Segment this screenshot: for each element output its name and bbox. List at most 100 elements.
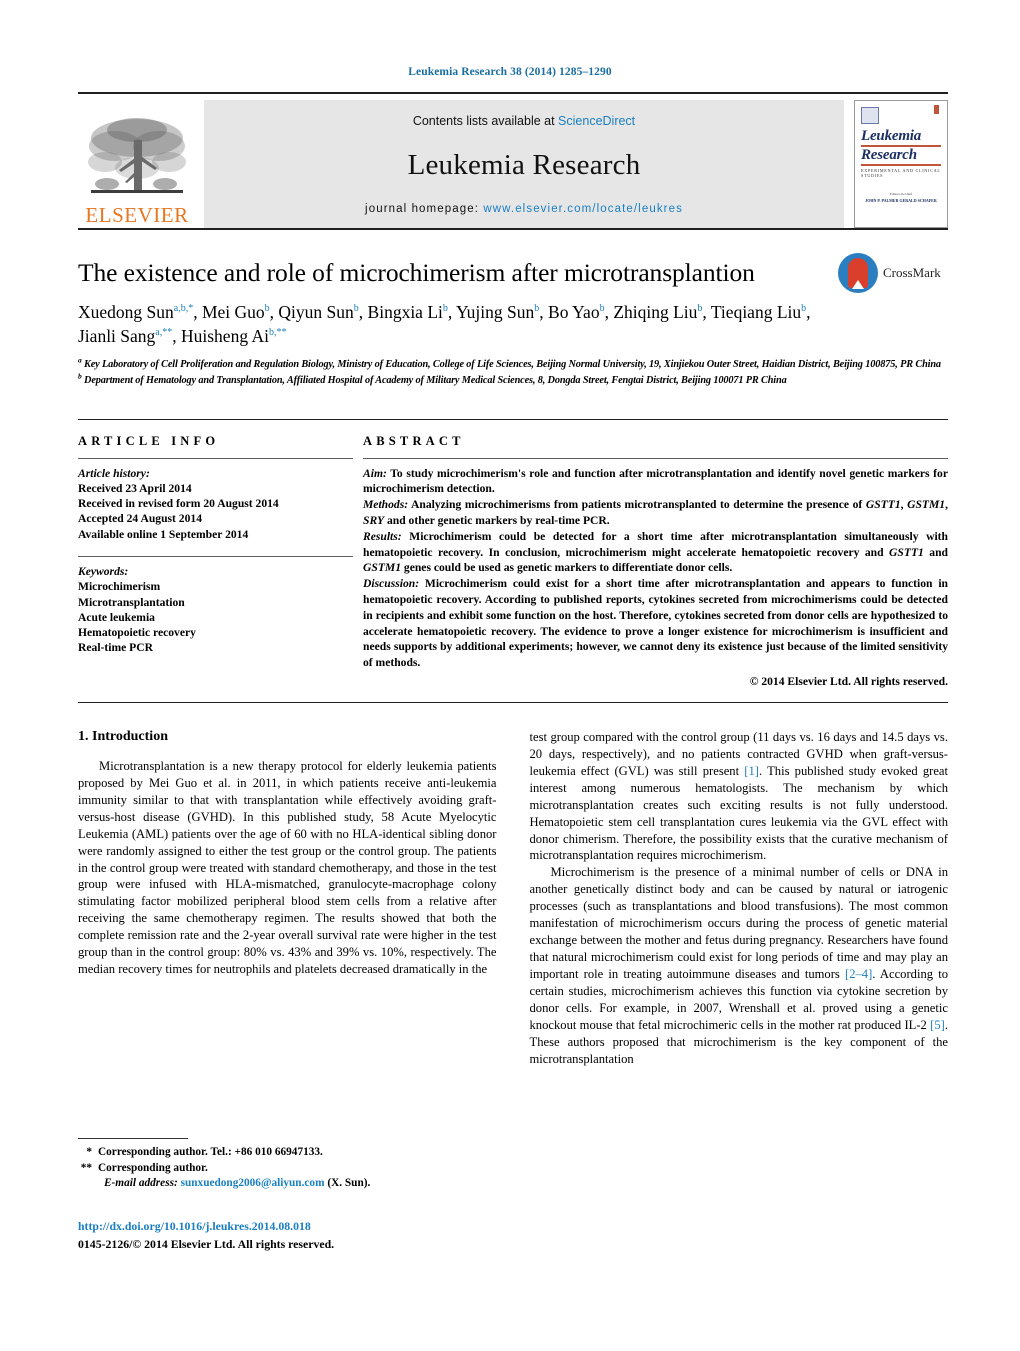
- keywords-label: Keywords:: [78, 564, 129, 578]
- author-name: Jianli Sang: [78, 326, 156, 347]
- affiliation-item: b Department of Hematology and Transplan…: [78, 372, 948, 389]
- affiliation-item: a Key Laboratory of Cell Proliferation a…: [78, 357, 948, 373]
- journal-cover-thumbnail: Leukemia Research Experimental and Clini…: [854, 100, 948, 228]
- abstract-section: Aim: To study microchimerism's role and …: [363, 466, 948, 498]
- info-abstract-region: ARTICLE INFO Article history: Received 2…: [78, 418, 948, 690]
- abstract-section: Results: Microchimerism could be detecte…: [363, 529, 948, 576]
- para-text-b: . This published study evoked great inte…: [529, 763, 949, 863]
- article-history-item: Received in revised form 20 August 2014: [78, 497, 279, 511]
- header-bottom-rule: [78, 228, 948, 230]
- author-name: Tieqiang Liu: [710, 301, 802, 322]
- cover-accent-mark: [934, 105, 939, 114]
- body-paragraph: Microtransplantation is a new therapy pr…: [78, 758, 497, 977]
- crossmark-icon: [838, 253, 878, 293]
- affiliation-text: Key Laboratory of Cell Proliferation and…: [81, 359, 941, 371]
- footnote-mark: *: [86, 1146, 92, 1158]
- author-affiliation-mark: b,**: [269, 327, 287, 339]
- body-columns: 1. Introduction Microtransplantation is …: [78, 729, 948, 1068]
- body-paragraph: Microchimerism is the presence of a mini…: [530, 864, 949, 1067]
- citation-link[interactable]: [2–4]: [845, 967, 872, 981]
- gene-name: SRY: [363, 513, 385, 527]
- footnote-item: ** Corresponding author.: [78, 1160, 512, 1176]
- author-affiliation-mark: a,b,*: [173, 302, 194, 314]
- affiliation-list: a Key Laboratory of Cell Proliferation a…: [78, 357, 948, 389]
- issn-copyright-line: 0145-2126/© 2014 Elsevier Ltd. All right…: [78, 1236, 335, 1251]
- cover-meta: Editors-in-Chief JOHN P. PALMER GERALD S…: [861, 191, 941, 205]
- abstract-section-label: Methods:: [363, 498, 409, 512]
- citation-link[interactable]: [5]: [930, 1018, 945, 1032]
- keyword-item: Hematopoietic recovery: [78, 626, 196, 640]
- doi-link[interactable]: http://dx.doi.org/10.1016/j.leukres.2014…: [78, 1218, 334, 1236]
- gene-name: GSTT1: [865, 498, 901, 512]
- abstract-column: ABSTRACT Aim: To study microchimerism's …: [363, 420, 948, 690]
- abstract-heading: ABSTRACT: [363, 433, 465, 448]
- page-title: The existence and role of microchimerism…: [78, 258, 755, 287]
- cover-title-line1: Leukemia: [861, 128, 922, 144]
- abstract-text: and: [923, 545, 948, 559]
- email-link[interactable]: sunxuedong2006@aliyun.com: [181, 1177, 325, 1189]
- email-label: E-mail address:: [104, 1176, 178, 1189]
- article-history: Article history: Received 23 April 2014 R…: [78, 466, 353, 542]
- contents-line: Contents lists available at ScienceDirec…: [413, 114, 635, 128]
- article-info-heading: ARTICLE INFO: [78, 433, 220, 448]
- body-column-left: 1. Introduction Microtransplantation is …: [78, 729, 497, 1068]
- author-name: Zhiqing Liu: [613, 301, 698, 322]
- crossmark-badge-group[interactable]: CrossMark: [838, 250, 948, 296]
- footnote-email-line: E-mail address: sunxuedong2006@aliyun.co…: [104, 1177, 512, 1189]
- keyword-item: Acute leukemia: [78, 610, 155, 624]
- author-name: Yujing Sun: [455, 301, 535, 322]
- article-history-item: Received 23 April 2014: [78, 481, 192, 495]
- abstract-text: and other genetic markers by real-time P…: [384, 513, 610, 527]
- article-history-item: Available online 1 September 2014: [78, 527, 249, 541]
- article-info-rule: [78, 457, 353, 459]
- abstract-section-label: Aim:: [363, 466, 387, 480]
- keywords-group: Keywords: Microchimerism Microtransplanta…: [78, 564, 353, 656]
- sciencedirect-link[interactable]: ScienceDirect: [558, 114, 635, 128]
- keywords-rule: [78, 555, 353, 557]
- keyword-item: Real-time PCR: [78, 641, 154, 655]
- cover-badge-icon: [861, 107, 879, 124]
- citation-link[interactable]: [1]: [744, 764, 759, 778]
- abstract-text: genes could be used as genetic markers t…: [401, 561, 733, 575]
- abstract-text: Microchimerism could exist for a short t…: [363, 577, 948, 670]
- crossmark-label: CrossMark: [883, 265, 941, 280]
- article-history-label: Article history:: [78, 466, 150, 480]
- footnote-text: Corresponding author. Tel.: +86 010 6694…: [98, 1146, 323, 1158]
- article-info-column: ARTICLE INFO Article history: Received 2…: [78, 420, 363, 690]
- author-affiliation-mark: b: [697, 302, 703, 314]
- abstract-body: Aim: To study microchimerism's role and …: [363, 466, 948, 672]
- info-abstract-bottom-rule: [78, 701, 948, 703]
- title-block: CrossMark The existence and role of micr…: [78, 253, 948, 389]
- footnote-item: * Corresponding author. Tel.: +86 010 669…: [78, 1144, 512, 1160]
- author-name: Qiyun Sun: [278, 301, 354, 322]
- elsevier-wordmark: ELSEVIER: [85, 203, 189, 227]
- author-affiliation-mark: b: [264, 302, 270, 314]
- elsevier-logo: ELSEVIER: [78, 100, 196, 228]
- author-name: Mei Guo: [201, 301, 265, 322]
- author-affiliation-mark: b: [442, 302, 448, 314]
- footnotes-block: * Corresponding author. Tel.: +86 010 669…: [78, 1138, 512, 1189]
- abstract-text: Analyzing microchimerisms from patients …: [408, 498, 866, 512]
- cover-divider-2: [861, 164, 941, 166]
- author-affiliation-mark: b: [534, 302, 540, 314]
- body-column-right: test group compared with the control gro…: [530, 729, 949, 1068]
- author-affiliation-mark: a,**: [155, 327, 173, 339]
- article-history-lines: Received 23 April 2014 Received in revise…: [78, 481, 353, 542]
- gene-name: GSTM1: [363, 561, 402, 575]
- author-name: Huisheng Ai: [181, 326, 269, 347]
- homepage-url[interactable]: www.elsevier.com/locate/leukres: [483, 203, 683, 215]
- journal-article-page: Leukemia Research 38 (2014) 1285–1290 EL…: [0, 0, 1020, 1351]
- keywords-lines: Microchimerism Microtransplantation Acute …: [78, 579, 353, 655]
- author-name: Bo Yao: [548, 301, 600, 322]
- homepage-prefix: journal homepage:: [365, 203, 484, 215]
- section-heading-introduction: 1. Introduction: [78, 728, 168, 744]
- gene-name: GSTM1: [907, 498, 946, 512]
- footnote-text: Corresponding author.: [98, 1162, 208, 1175]
- journal-title: Leukemia Research: [407, 149, 641, 181]
- cover-meta-line2: JOHN P. PALMER GERALD SCHAFER: [865, 198, 937, 204]
- journal-header: ELSEVIER Contents lists available at Sci…: [78, 92, 948, 228]
- contents-prefix: Contents lists available at: [412, 114, 559, 128]
- cover-subtitle: Experimental and Clinical Studies: [861, 167, 941, 178]
- abstract-section-label: Results:: [363, 529, 402, 543]
- abstract-text: ,: [945, 498, 949, 512]
